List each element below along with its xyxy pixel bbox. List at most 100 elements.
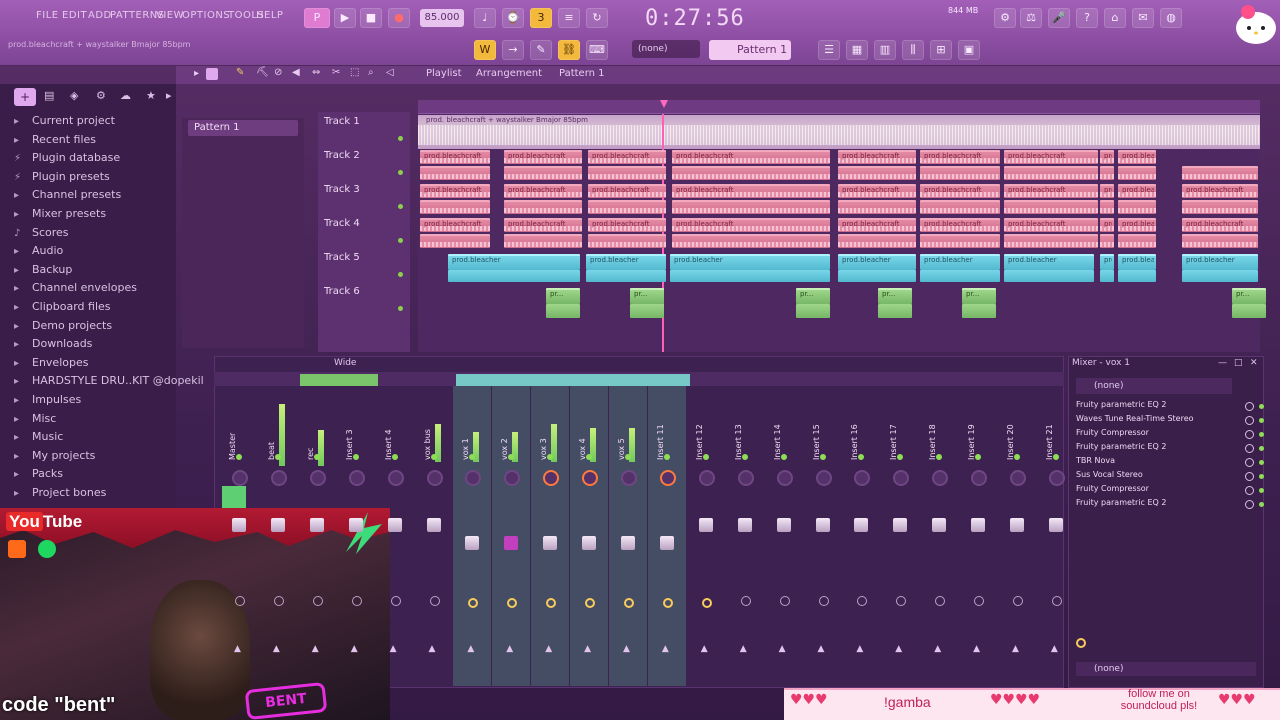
volume-fader[interactable] bbox=[309, 518, 324, 532]
insert-output-select[interactable]: (none) bbox=[1076, 662, 1256, 676]
mixer-strip[interactable]: vox 3 ▲ bbox=[531, 386, 570, 686]
browser-settings-icon[interactable]: ⚙ bbox=[96, 89, 106, 102]
route-arrow-icon[interactable]: ▲ bbox=[779, 644, 786, 654]
volume-fader[interactable] bbox=[426, 518, 441, 532]
mute-led[interactable] bbox=[663, 454, 670, 460]
mixer-strip[interactable]: Insert 11 ▲ bbox=[647, 386, 686, 686]
tempo-display[interactable]: 85.000 bbox=[420, 9, 464, 27]
sidebar-item[interactable]: ▸ Mixer presets bbox=[14, 207, 106, 225]
slot-enable-led[interactable] bbox=[1259, 502, 1264, 507]
track-label[interactable]: Track 3 bbox=[324, 184, 360, 195]
audio-clip[interactable]: prod.bleachcraft bbox=[838, 184, 916, 198]
route-active-knob[interactable] bbox=[507, 598, 518, 608]
track-mute-led[interactable] bbox=[398, 238, 403, 243]
pattern-source-select[interactable]: (none) bbox=[632, 40, 700, 58]
minimize-icon[interactable]: — bbox=[1218, 358, 1227, 368]
audio-clip[interactable]: prod.bleachcraft bbox=[420, 218, 490, 232]
pan-knob[interactable] bbox=[270, 470, 287, 486]
news-icon[interactable]: ✉ bbox=[1132, 8, 1154, 28]
draw-icon[interactable]: → bbox=[502, 40, 524, 60]
audio-clip[interactable]: prod.bleachcraft bbox=[1182, 218, 1258, 232]
piano-roll-icon[interactable]: ▥ bbox=[874, 40, 896, 60]
audio-clip[interactable] bbox=[1004, 200, 1098, 214]
sidebar-item[interactable]: ▸ Clipboard files bbox=[14, 300, 111, 318]
menu-edit[interactable]: EDIT bbox=[62, 10, 87, 21]
metronome-icon[interactable]: ♩ bbox=[474, 8, 496, 28]
audio-clip[interactable]: prod.bleachcraft bbox=[838, 218, 916, 232]
audio-clip[interactable] bbox=[1182, 200, 1258, 214]
route-arrow-icon[interactable]: ▲ bbox=[895, 644, 902, 654]
audio-clip[interactable] bbox=[878, 304, 912, 318]
volume-fader[interactable] bbox=[776, 518, 791, 532]
menu-add[interactable]: ADD bbox=[88, 10, 112, 21]
audio-clip[interactable]: prod.bleachcraft bbox=[920, 150, 1000, 164]
track-label[interactable]: Track 5 bbox=[324, 252, 360, 263]
mute-led[interactable] bbox=[313, 454, 320, 460]
audio-clip[interactable]: prod.bleacher bbox=[1182, 254, 1258, 270]
mix-level-knob[interactable] bbox=[1245, 430, 1254, 439]
pan-knob[interactable] bbox=[893, 470, 910, 486]
slot-enable-led[interactable] bbox=[1259, 488, 1264, 493]
slot-enable-led[interactable] bbox=[1259, 446, 1264, 451]
timeline-ruler[interactable] bbox=[418, 100, 1260, 114]
route-arrow-icon[interactable]: ▲ bbox=[545, 644, 552, 654]
close-icon[interactable]: ✕ bbox=[1250, 358, 1258, 368]
route-active-knob[interactable] bbox=[468, 598, 479, 608]
pan-knob[interactable] bbox=[659, 470, 676, 486]
insert-slot[interactable]: Fruity Compressor bbox=[1076, 484, 1264, 497]
mix-level-knob[interactable] bbox=[1245, 402, 1254, 411]
pattern-selector[interactable]: Pattern 1 bbox=[709, 40, 791, 60]
route-arrow-icon[interactable]: ▲ bbox=[623, 644, 630, 654]
audio-clip[interactable] bbox=[920, 200, 1000, 214]
mixer-strip[interactable]: vox bus ▲ bbox=[415, 386, 453, 686]
route-arrow-icon[interactable]: ▲ bbox=[506, 644, 513, 654]
pan-knob[interactable] bbox=[1010, 470, 1026, 486]
mixer-strip[interactable]: vox 1 ▲ bbox=[453, 386, 492, 686]
volume-fader[interactable] bbox=[932, 518, 947, 532]
route-active-knob[interactable] bbox=[546, 598, 557, 608]
audio-clip[interactable]: prod.bleacher bbox=[838, 254, 916, 270]
step-icon[interactable]: ≡ bbox=[558, 8, 580, 28]
route-arrow-icon[interactable]: ▲ bbox=[973, 644, 980, 654]
track-mute-led[interactable] bbox=[398, 204, 403, 209]
audio-clip[interactable] bbox=[838, 200, 916, 214]
track-mute-led[interactable] bbox=[398, 272, 403, 277]
audio-clip[interactable] bbox=[1004, 234, 1098, 248]
volume-fader[interactable] bbox=[270, 518, 285, 532]
audio-clip[interactable] bbox=[588, 200, 666, 214]
audio-clip[interactable]: prod.bleacher bbox=[1100, 254, 1114, 270]
select-tool-icon[interactable]: ⬚ bbox=[350, 67, 359, 78]
volume-fader[interactable] bbox=[232, 518, 246, 532]
zoom-tool-icon[interactable]: ⌕ bbox=[368, 67, 374, 78]
menu-help[interactable]: HELP bbox=[256, 10, 283, 21]
audio-clip[interactable]: prod.bleachcraft bbox=[672, 184, 830, 198]
menu-view[interactable]: VIEW bbox=[156, 10, 184, 21]
pan-knob[interactable] bbox=[854, 470, 871, 486]
pan-knob[interactable] bbox=[504, 470, 521, 486]
audio-clip[interactable] bbox=[796, 304, 830, 318]
volume-fader[interactable] bbox=[543, 536, 558, 550]
audio-clip[interactable] bbox=[920, 270, 1000, 282]
stop-button[interactable]: ■ bbox=[360, 8, 382, 28]
audio-clip[interactable] bbox=[420, 200, 490, 214]
track-label[interactable]: Track 6 bbox=[324, 286, 360, 297]
slip-tool-icon[interactable]: ⇔ bbox=[312, 67, 320, 78]
mix-level-knob[interactable] bbox=[1245, 486, 1254, 495]
sidebar-item[interactable]: ⚡ Plugin presets bbox=[14, 170, 110, 188]
volume-fader[interactable] bbox=[582, 536, 597, 550]
audio-clip[interactable] bbox=[920, 234, 1000, 248]
audio-clip[interactable] bbox=[672, 166, 830, 180]
route-active-knob[interactable] bbox=[624, 598, 634, 608]
pan-knob[interactable] bbox=[387, 470, 404, 486]
mix-level-knob[interactable] bbox=[1245, 416, 1254, 425]
route-arrow-icon[interactable]: ▲ bbox=[1051, 644, 1058, 654]
volume-fader[interactable] bbox=[854, 518, 869, 532]
volume-fader[interactable] bbox=[1048, 518, 1063, 532]
track-mute-led[interactable] bbox=[398, 170, 403, 175]
mixer-strip[interactable]: Insert 14 ▲ bbox=[765, 386, 803, 686]
pan-knob[interactable] bbox=[698, 470, 715, 486]
mix-level-knob[interactable] bbox=[1245, 444, 1254, 453]
audio-clip[interactable]: prod.bleachcraft bbox=[920, 218, 1000, 232]
settings-icon[interactable]: ⚙ bbox=[994, 8, 1016, 28]
sidebar-item[interactable]: ▸ Music bbox=[14, 430, 63, 448]
